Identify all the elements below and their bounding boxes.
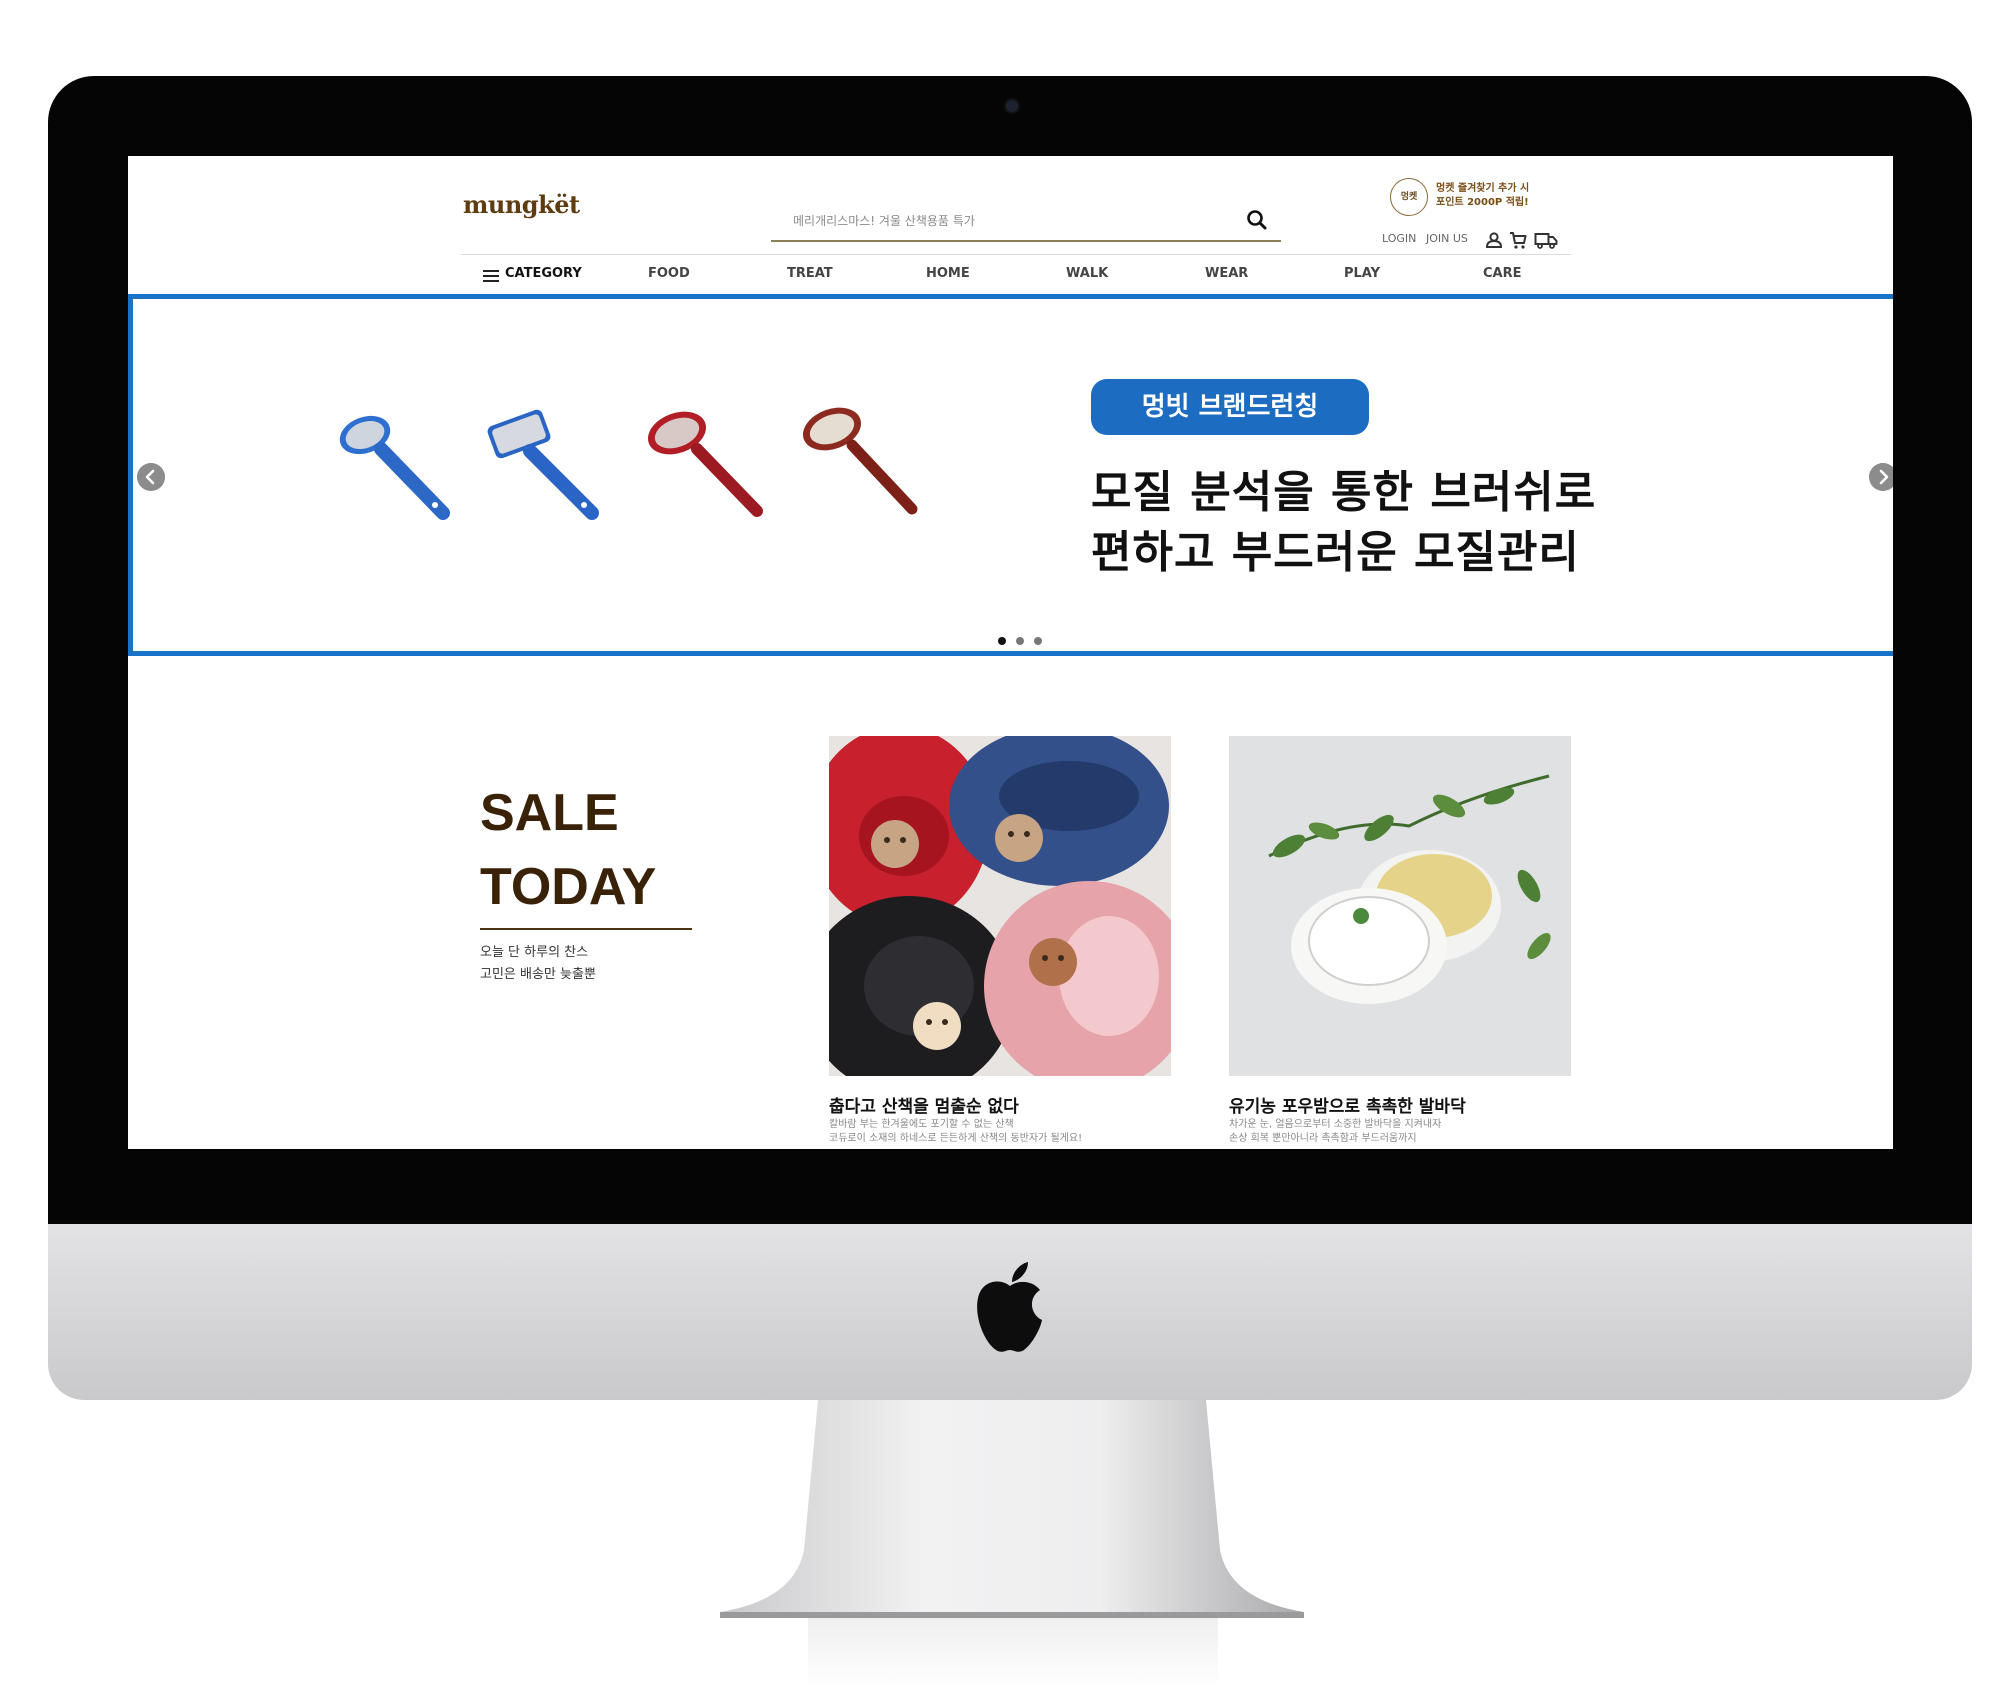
prev-slide-button[interactable]	[137, 463, 165, 491]
card-desc-line1: 차가운 눈, 얼음으로부터 소중한 발바닥을 지켜내자	[1229, 1119, 1442, 1130]
monitor-stand	[720, 1400, 1304, 1618]
site-logo[interactable]: mungkët	[463, 190, 580, 219]
nav-item-play[interactable]: PLAY	[1344, 266, 1380, 281]
cart-icon[interactable]	[1508, 230, 1528, 250]
card-title[interactable]: 유기농 포우밤으로 촉촉한 발바닥	[1229, 1092, 1466, 1117]
promo-line2: 포인트 2000P 적립!	[1436, 197, 1529, 208]
slide-dot-2[interactable]	[1016, 637, 1024, 645]
nav-divider	[461, 254, 1571, 255]
card-desc-line2: 손상 회복 뿐만아니라 촉촉함과 부드러움까지	[1229, 1133, 1417, 1144]
next-slide-button[interactable]	[1869, 463, 1893, 491]
search-bar	[771, 202, 1281, 242]
card-title[interactable]: 춥다고 산책을 멈출순 없다	[829, 1092, 1019, 1117]
nav-item-care[interactable]: CARE	[1483, 266, 1522, 281]
delivery-truck-icon[interactable]	[1534, 230, 1558, 250]
nav-item-walk[interactable]: WALK	[1066, 266, 1108, 281]
bookmark-promo[interactable]: 멍켓 멍켓 즐겨찾기 추가 시 포인트 2000P 적립!	[1390, 178, 1560, 218]
sale-today-heading: SALE TODAY	[480, 776, 656, 924]
browser-screen: mungkët 멍켓 멍켓 즐겨찾기 추가 시 포인트 2000P 적립! LO…	[128, 156, 1893, 1149]
sale-sub-line1: 오늘 단 하루의 찬스	[480, 945, 589, 960]
card-description: 차가운 눈, 얼음으로부터 소중한 발바닥을 지켜내자 손상 회복 뿐만아니라 …	[1229, 1118, 1441, 1146]
product-card-pawbalm[interactable]: 유기농 포우밤으로 촉촉한 발바닥 차가운 눈, 얼음으로부터 소중한 발바닥을…	[1229, 736, 1571, 1144]
banner-slide: 멍빗 브랜드런칭 모질 분석을 통한 브러쉬로 편하고 부드러운 모질관리	[128, 299, 1893, 651]
join-link[interactable]: JOIN US	[1426, 232, 1468, 245]
banner-headline-line2: 편하고 부드러운 모질관리	[1091, 527, 1580, 578]
brush-product-image	[339, 407, 918, 520]
product-card-harness[interactable]: 춥다고 산책을 멈출순 없다 칼바람 부는 한겨울에도 포기할 수 없는 산책 …	[804, 726, 1194, 1144]
slide-dot-3[interactable]	[1034, 637, 1042, 645]
nav-item-food[interactable]: FOOD	[648, 266, 690, 281]
banner-bottom-border	[128, 651, 1893, 656]
banner-headline-line1: 모질 분석을 통한 브러쉬로	[1091, 467, 1597, 518]
sale-sub-line2: 고민은 배송만 늦출뿐	[480, 967, 596, 982]
nav-category-label: CATEGORY	[505, 266, 582, 281]
sale-divider	[480, 928, 692, 930]
login-link[interactable]: LOGIN	[1382, 232, 1416, 245]
card-desc-line2: 코듀로이 소재의 하네스로 든든하게 산책의 동반자가 될게요!	[829, 1133, 1083, 1144]
card-desc-line1: 칼바람 부는 한겨울에도 포기할 수 없는 산책	[829, 1119, 1014, 1130]
slide-dot-1[interactable]	[998, 637, 1006, 645]
nav-item-treat[interactable]: TREAT	[787, 266, 833, 281]
sale-subtitle: 오늘 단 하루의 찬스 고민은 배송만 늦출뿐	[480, 942, 596, 986]
main-nav: CATEGORY FOOD TREAT HOME WALK WEAR PLAY …	[461, 256, 1571, 292]
user-icon[interactable]	[1484, 230, 1504, 250]
promo-text: 멍켓 즐겨찾기 추가 시 포인트 2000P 적립!	[1436, 182, 1562, 210]
stand-reflection	[808, 1618, 1218, 1688]
search-icon[interactable]	[1243, 206, 1271, 234]
hero-banner: 멍빗 브랜드런칭 모질 분석을 통한 브러쉬로 편하고 부드러운 모질관리	[128, 294, 1893, 656]
banner-headline: 모질 분석을 통한 브러쉬로 편하고 부드러운 모질관리	[1091, 463, 1871, 583]
slide-indicator	[998, 637, 1058, 649]
brand-launch-tag: 멍빗 브랜드런칭	[1091, 379, 1369, 435]
nav-item-home[interactable]: HOME	[926, 266, 970, 281]
hamburger-menu-icon	[483, 270, 499, 282]
sale-title-line1: SALE	[480, 784, 619, 842]
pawbalm-product-image	[1229, 736, 1571, 1076]
webcam	[1006, 100, 1018, 112]
utility-menu: LOGIN JOIN US	[1382, 228, 1562, 252]
harness-product-image	[804, 726, 1194, 1096]
apple-logo-icon	[977, 1262, 1042, 1352]
promo-badge: 멍켓	[1390, 178, 1428, 216]
search-input[interactable]	[791, 208, 1235, 234]
sale-title-line2: TODAY	[480, 858, 657, 916]
promo-line1: 멍켓 즐겨찾기 추가 시	[1436, 183, 1530, 194]
nav-item-wear[interactable]: WEAR	[1205, 266, 1248, 281]
card-description: 칼바람 부는 한겨울에도 포기할 수 없는 산책 코듀로이 소재의 하네스로 든…	[829, 1118, 1082, 1146]
